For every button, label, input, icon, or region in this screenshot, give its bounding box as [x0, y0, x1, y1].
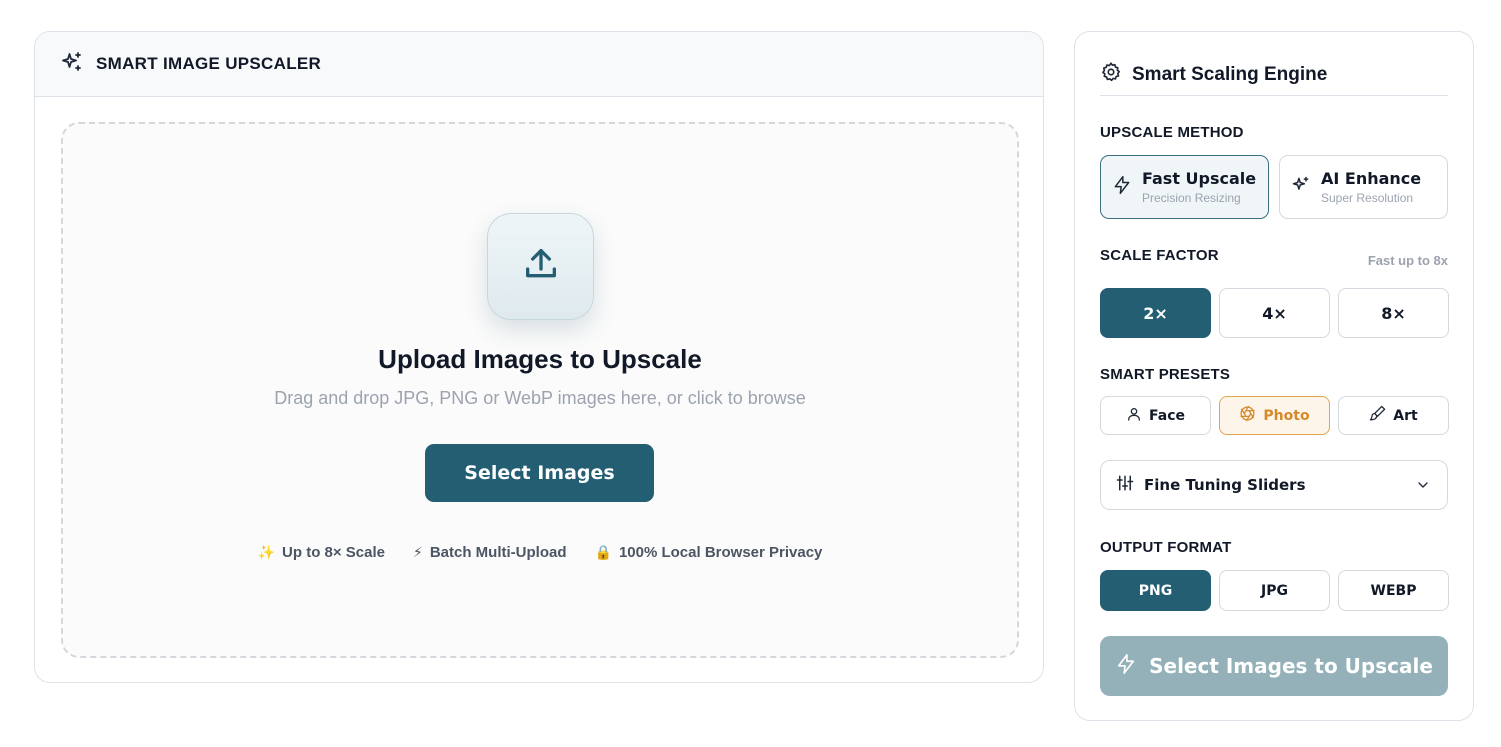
- lock-emoji-icon: 🔒: [594, 544, 612, 560]
- lightning-emoji-icon: ⚡: [413, 544, 423, 560]
- lightning-icon: [1115, 653, 1137, 680]
- preset-face-button[interactable]: Face: [1100, 396, 1211, 435]
- upscale-submit-label: Select Images to Upscale: [1149, 654, 1433, 678]
- gear-icon: [1100, 61, 1122, 88]
- upload-icon: [521, 244, 561, 289]
- upload-dropzone[interactable]: Upload Images to Upscale Drag and drop J…: [61, 122, 1019, 658]
- method-fast-upscale[interactable]: Fast Upscale Precision Resizing: [1100, 155, 1269, 219]
- scale-4x-button[interactable]: 4×: [1219, 288, 1330, 338]
- preset-label: Photo: [1263, 407, 1310, 424]
- chevron-down-icon: [1415, 477, 1431, 498]
- settings-panel: Smart Scaling Engine UPSCALE METHOD Fast…: [1074, 31, 1474, 721]
- fine-tuning-accordion[interactable]: Fine Tuning Sliders: [1100, 460, 1448, 510]
- scale-8x-button[interactable]: 8×: [1338, 288, 1449, 338]
- dropzone-title: Upload Images to Upscale: [378, 344, 702, 374]
- upscale-submit-button[interactable]: Select Images to Upscale: [1100, 636, 1448, 696]
- format-jpg-button[interactable]: JPG: [1219, 570, 1330, 611]
- sparkles-icon: [1291, 175, 1311, 200]
- format-png-button[interactable]: PNG: [1100, 570, 1211, 611]
- scale-factor-label: SCALE FACTOR: [1100, 247, 1219, 264]
- upscale-method-label: UPSCALE METHOD: [1100, 124, 1244, 141]
- preset-art-button[interactable]: Art: [1338, 396, 1449, 435]
- method-title: Fast Upscale: [1142, 169, 1257, 188]
- upscaler-panel: SMART IMAGE UPSCALER Upload Images to Up…: [34, 31, 1044, 683]
- preset-label: Face: [1149, 407, 1185, 424]
- upscaler-header: SMART IMAGE UPSCALER: [35, 32, 1043, 97]
- scale-2x-button[interactable]: 2×: [1100, 288, 1211, 338]
- feature-label: Batch Multi-Upload: [429, 544, 567, 561]
- method-ai-enhance[interactable]: AI Enhance Super Resolution: [1279, 155, 1448, 219]
- fine-tuning-label: Fine Tuning Sliders: [1144, 476, 1306, 494]
- page-title: SMART IMAGE UPSCALER: [96, 54, 322, 73]
- dropzone-subtitle: Drag and drop JPG, PNG or WebP images he…: [274, 388, 806, 408]
- preset-photo-button[interactable]: Photo: [1219, 396, 1330, 435]
- format-webp-button[interactable]: WEBP: [1338, 570, 1449, 611]
- aperture-icon: [1239, 405, 1256, 426]
- user-icon: [1126, 406, 1142, 426]
- paintbrush-icon: [1369, 405, 1386, 426]
- upload-tile[interactable]: [487, 213, 594, 320]
- scale-factor-note: Fast up to 8x: [1367, 253, 1448, 268]
- select-images-button[interactable]: Select Images: [425, 444, 654, 502]
- method-subtitle: Super Resolution: [1321, 191, 1414, 205]
- settings-header: Smart Scaling Engine: [1100, 54, 1448, 96]
- feature-privacy: 🔒 100% Local Browser Privacy: [595, 544, 823, 561]
- preset-label: Art: [1393, 407, 1418, 424]
- feature-list: ✨ Up to 8× Scale ⚡ Batch Multi-Upload 🔒 …: [63, 544, 1017, 561]
- output-format-label: OUTPUT FORMAT: [1100, 539, 1232, 556]
- sparkles-icon: [60, 50, 84, 79]
- feature-label: Up to 8× Scale: [282, 544, 385, 561]
- settings-title: Smart Scaling Engine: [1132, 63, 1328, 85]
- method-subtitle: Precision Resizing: [1142, 191, 1241, 205]
- feature-scale: ✨ Up to 8× Scale: [258, 544, 385, 561]
- method-title: AI Enhance: [1321, 169, 1422, 188]
- sliders-icon: [1116, 474, 1134, 497]
- feature-label: 100% Local Browser Privacy: [618, 544, 823, 561]
- smart-presets-label: SMART PRESETS: [1100, 366, 1231, 383]
- sparkles-emoji-icon: ✨: [257, 544, 276, 560]
- lightning-icon: [1112, 175, 1132, 200]
- feature-batch: ⚡ Batch Multi-Upload: [413, 544, 567, 561]
